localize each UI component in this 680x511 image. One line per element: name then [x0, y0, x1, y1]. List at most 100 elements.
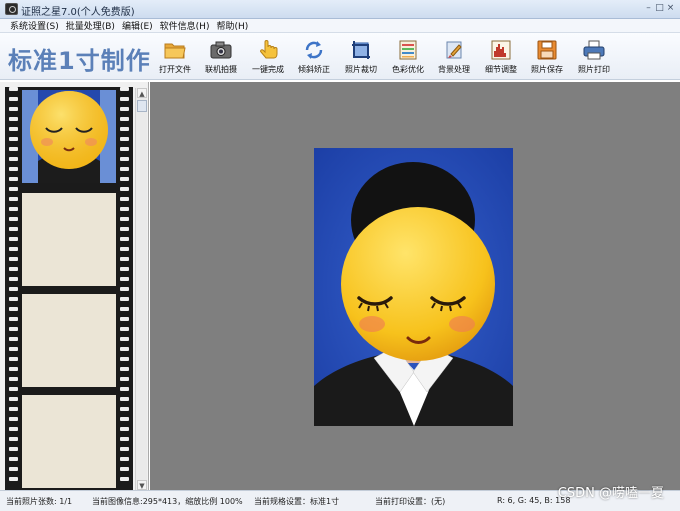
film-perforations-right	[119, 87, 130, 490]
background-process-button[interactable]: 背景处理	[431, 39, 477, 77]
film-perforation	[9, 257, 18, 261]
thumbnail-frame-1[interactable]	[22, 90, 116, 183]
film-perforation	[9, 367, 18, 371]
film-perforation	[120, 327, 129, 331]
thumbnail-frame-4[interactable]	[22, 395, 116, 488]
status-photo-count: 当前照片张数: 1/1	[6, 497, 73, 506]
open-file-button[interactable]: 打开文件	[152, 39, 198, 77]
thumbnail-frame-3[interactable]	[22, 294, 116, 387]
film-perforation	[9, 217, 18, 221]
film-perforation	[9, 267, 18, 271]
film-perforation	[120, 317, 129, 321]
menu-bar: 系统设置(S) 批量处理(B) 编辑(E) 软件信息(H) 帮助(H)	[0, 19, 680, 33]
film-perforation	[120, 107, 129, 111]
film-perforation	[120, 357, 129, 361]
camera-icon	[210, 41, 232, 59]
film-perforation	[120, 477, 129, 481]
photo-save-button[interactable]: 照片保存	[524, 39, 570, 77]
film-perforation	[9, 147, 18, 151]
film-perforation	[120, 437, 129, 441]
menu-edit[interactable]: 编辑(E)	[122, 19, 153, 32]
title-bar: 证照之星7.0(个人免费版) – □ ×	[0, 0, 680, 19]
film-perforation	[120, 217, 129, 221]
save-icon	[537, 40, 557, 60]
film-perforation	[9, 87, 18, 91]
folder-icon	[164, 43, 186, 59]
window-controls: – □ ×	[644, 2, 675, 14]
detail-adjust-button[interactable]: 细节调整	[478, 39, 524, 77]
film-perforation	[120, 407, 129, 411]
film-perforation	[9, 247, 18, 251]
window-title: 证照之星7.0(个人免费版)	[21, 7, 135, 18]
film-perforation	[9, 187, 18, 191]
thumbnail-panel: ▲ ▼	[0, 82, 149, 490]
close-button[interactable]: ×	[666, 2, 675, 14]
photo-crop-button[interactable]: 照片裁切	[338, 39, 384, 77]
portrait-photo	[314, 148, 513, 426]
menu-batch-process[interactable]: 批量处理(B)	[66, 19, 115, 32]
scrollbar-thumb[interactable]	[137, 100, 147, 112]
app-mode-label: 标准1寸制作	[8, 47, 151, 75]
palette-icon	[399, 40, 417, 60]
film-perforation	[9, 417, 18, 421]
film-perforation	[9, 447, 18, 451]
photo-print-button[interactable]: 照片打印	[571, 39, 617, 77]
film-perforation	[120, 187, 129, 191]
film-perforations-left	[8, 87, 19, 490]
thumbnail-frame-2[interactable]	[22, 193, 116, 286]
film-perforation	[120, 347, 129, 351]
film-perforation	[120, 377, 129, 381]
film-perforation	[9, 387, 18, 391]
scroll-up-arrow-icon[interactable]: ▲	[137, 88, 147, 98]
film-perforation	[9, 207, 18, 211]
film-perforation	[9, 297, 18, 301]
film-perforation	[9, 407, 18, 411]
film-perforation	[120, 267, 129, 271]
film-perforation	[120, 207, 129, 211]
film-perforation	[9, 287, 18, 291]
histogram-icon	[491, 40, 511, 60]
film-perforation	[120, 167, 129, 171]
film-perforation	[120, 397, 129, 401]
color-optimize-button[interactable]: 色彩优化	[385, 39, 431, 77]
menu-system-settings[interactable]: 系统设置(S)	[10, 19, 59, 32]
film-perforation	[120, 387, 129, 391]
film-perforation	[120, 87, 129, 91]
id-photo-preview[interactable]	[314, 148, 513, 426]
printer-icon	[583, 40, 605, 60]
status-image-info: 当前图像信息:295*413，缩放比例 100%	[92, 497, 243, 506]
scroll-down-arrow-icon[interactable]: ▼	[137, 480, 147, 490]
film-perforation	[120, 247, 129, 251]
tilt-correct-button[interactable]: 倾斜矫正	[291, 39, 337, 77]
film-perforation	[9, 457, 18, 461]
film-perforation	[9, 327, 18, 331]
film-perforation	[120, 147, 129, 151]
film-perforation	[120, 457, 129, 461]
film-perforation	[9, 137, 18, 141]
film-perforation	[120, 287, 129, 291]
film-perforation	[120, 297, 129, 301]
film-perforation	[120, 177, 129, 181]
minimize-button[interactable]: –	[644, 2, 653, 14]
camera-capture-button[interactable]: 联机拍摄	[198, 39, 244, 77]
film-perforation	[9, 177, 18, 181]
film-perforation	[9, 377, 18, 381]
hand-click-icon	[260, 40, 278, 59]
film-perforation	[9, 277, 18, 281]
maximize-button[interactable]: □	[655, 2, 664, 14]
film-perforation	[120, 127, 129, 131]
film-perforation	[9, 157, 18, 161]
film-perforation	[120, 157, 129, 161]
film-perforation	[9, 167, 18, 171]
status-spec-setting: 当前规格设置：标准1寸	[254, 497, 340, 506]
one-click-button[interactable]: 一键完成	[245, 39, 291, 77]
menu-help[interactable]: 帮助(H)	[216, 19, 248, 32]
film-perforation	[9, 97, 18, 101]
toolbar: 标准1寸制作 打开文件 联机拍摄 一键完成 倾斜矫正 照片裁切 色彩优化 背景处…	[0, 33, 680, 80]
menu-software-info[interactable]: 软件信息(H)	[160, 19, 210, 32]
film-perforation	[120, 467, 129, 471]
film-perforation	[120, 197, 129, 201]
thumbnail-scrollbar[interactable]: ▲ ▼	[135, 88, 147, 490]
film-perforation	[9, 317, 18, 321]
thumbnail-photo	[22, 90, 116, 183]
